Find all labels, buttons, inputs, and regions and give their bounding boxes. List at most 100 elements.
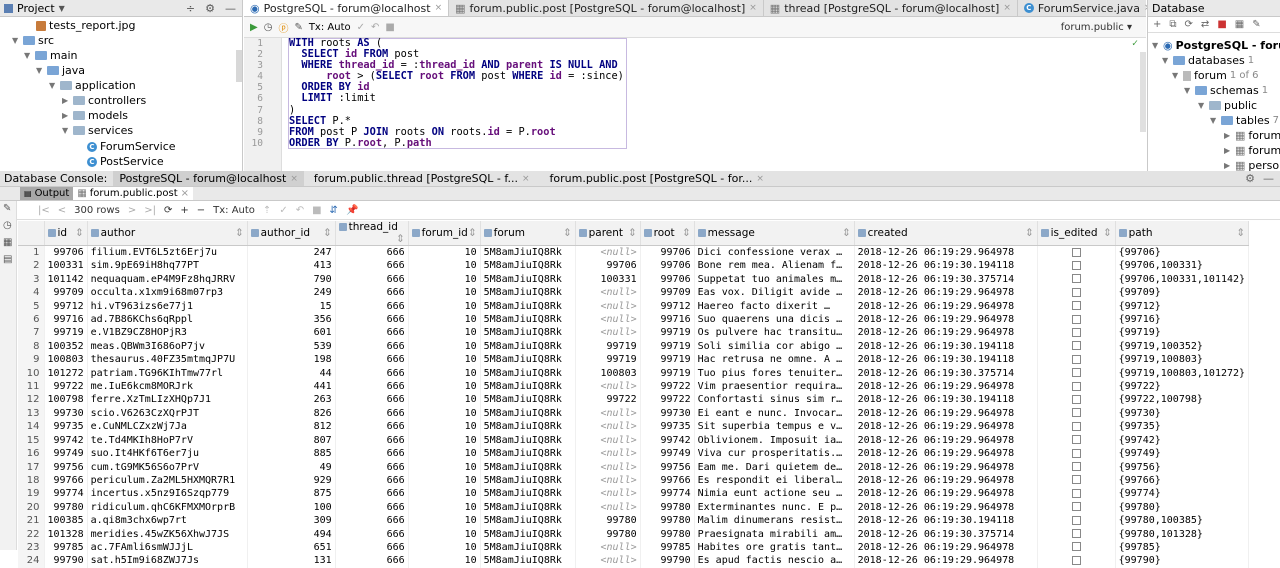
pin-icon[interactable]: 📌 (346, 205, 358, 216)
table-row[interactable]: 20 99780 ridiculum.qhC6KFMXMOrprB 100 666 10 5… (18, 500, 1250, 515)
row-number[interactable]: 9 (18, 353, 45, 367)
cell-parent[interactable]: 99719 (575, 353, 641, 367)
table-row[interactable]: 5 99712 hi.vT963izs6e77j1 15 666 10 5M8amJiuIQ… (18, 299, 1250, 314)
table-row[interactable]: 6 99716 ad.7B86KChs6qRppl 356 666 10 5M8amJiuI… (18, 313, 1250, 327)
expand-triangle-icon[interactable]: ▼ (24, 51, 32, 60)
cell-created[interactable]: 2018-12-26 06:19:29.964978 (854, 326, 1038, 340)
column-header-forum-id[interactable]: forum_id ⇕ (408, 221, 481, 246)
cell-author[interactable]: hi.vT963izs6e77j1 (87, 299, 248, 314)
tx-mode-dropdown[interactable]: Tx: Auto (213, 205, 255, 216)
commit-icon[interactable]: ✓ (279, 205, 287, 216)
sort-icon[interactable]: ⇕ (75, 227, 86, 239)
stop-icon[interactable]: ■ (1217, 19, 1226, 30)
column-header-thread-id[interactable]: thread_id ⇕ (335, 221, 409, 246)
cell-root[interactable]: 99712 (640, 299, 695, 314)
cell-is-edited[interactable] (1037, 514, 1116, 528)
cell-path[interactable]: {99780,100385} (1115, 514, 1250, 528)
cell-author-id[interactable]: 263 (247, 393, 336, 407)
row-number[interactable]: 16 (18, 447, 45, 461)
cell-path[interactable]: {99722} (1115, 380, 1250, 394)
sort-icon[interactable]: ⇕ (682, 227, 693, 239)
cell-forum-id[interactable]: 10 (408, 487, 481, 501)
checkbox[interactable] (1071, 274, 1081, 284)
cell-thread-id[interactable]: 666 (335, 286, 409, 300)
cell-author-id[interactable]: 494 (247, 527, 336, 541)
code-lines[interactable]: WITH roots AS ( SELECT id FROM post WHER… (289, 37, 624, 149)
cell-forum[interactable]: 5M8amJiuIQ8Rk (480, 433, 576, 448)
row-number[interactable]: 7 (18, 326, 45, 340)
cell-author-id[interactable]: 44 (247, 366, 336, 381)
cell-author-id[interactable]: 875 (247, 487, 336, 501)
cell-created[interactable]: 2018-12-26 06:19:29.964978 (854, 299, 1038, 314)
cell-created[interactable]: 2018-12-26 06:19:30.194118 (854, 393, 1038, 407)
cell-forum[interactable]: 5M8amJiuIQ8Rk (480, 554, 576, 568)
cell-created[interactable]: 2018-12-26 06:19:30.375714 (854, 272, 1038, 287)
cell-author[interactable]: e.V1BZ9CZ8HOPjR3 (87, 326, 248, 340)
table-row[interactable]: 12 100798 ferre.XzTmLIzXHQp7J1 263 666 10 5M8a… (18, 393, 1250, 407)
cell-forum-id[interactable]: 10 (408, 420, 481, 434)
cell-created[interactable]: 2018-12-26 06:19:29.964978 (854, 554, 1038, 568)
cell-path[interactable]: {99716} (1115, 313, 1250, 327)
expand-triangle-icon[interactable]: ▼ (1198, 101, 1206, 110)
cell-forum[interactable]: 5M8amJiuIQ8Rk (480, 460, 576, 474)
close-icon[interactable]: × (756, 174, 764, 184)
table-row[interactable]: 23 99785 ac.7FAmli6smWJJjL 651 666 10 5M8amJiu… (18, 540, 1250, 555)
cell-forum[interactable]: 5M8amJiuIQ8Rk (480, 286, 576, 300)
cell-forum-id[interactable]: 10 (408, 473, 481, 488)
checkbox[interactable] (1071, 381, 1081, 391)
cell-thread-id[interactable]: 666 (335, 460, 409, 474)
row-number[interactable]: 5 (18, 299, 45, 314)
cell-root[interactable]: 99709 (640, 286, 695, 300)
cell-root[interactable]: 99730 (640, 406, 695, 421)
cell-author-id[interactable]: 539 (247, 339, 336, 354)
cell-parent[interactable]: <null> (575, 299, 641, 314)
cell-author-id[interactable]: 49 (247, 460, 336, 474)
cell-id[interactable]: 99712 (44, 299, 88, 314)
cell-id[interactable]: 99735 (44, 420, 88, 434)
checkbox[interactable] (1071, 301, 1081, 311)
cell-author-id[interactable]: 790 (247, 272, 336, 287)
cell-path[interactable]: {99719} (1115, 326, 1250, 340)
cell-author[interactable]: filium.EVT6L5zt6Erj7u (87, 245, 248, 260)
row-number[interactable]: 4 (18, 286, 45, 300)
cell-is-edited[interactable] (1037, 353, 1116, 367)
cell-forum[interactable]: 5M8amJiuIQ8Rk (480, 540, 576, 555)
cell-path[interactable]: {99712} (1115, 299, 1250, 314)
cell-created[interactable]: 2018-12-26 06:19:29.964978 (854, 286, 1038, 300)
expand-triangle-icon[interactable]: ▼ (1184, 86, 1192, 95)
cell-root[interactable]: 99774 (640, 487, 695, 501)
cell-author[interactable]: ac.7FAmli6smWJJjL (87, 540, 248, 555)
cell-author-id[interactable]: 309 (247, 514, 336, 528)
checkbox[interactable] (1071, 327, 1081, 337)
cell-author[interactable]: suo.It4HKf6T6er7ju (87, 447, 248, 461)
cell-parent[interactable]: <null> (575, 487, 641, 501)
cell-author-id[interactable]: 356 (247, 313, 336, 327)
cell-author[interactable]: cum.tG9MK56S6o7PrV (87, 460, 248, 474)
chevron-down-icon[interactable]: ▼ (59, 4, 65, 13)
db-tree-tables[interactable]: ▼ tables 7 (1210, 113, 1279, 128)
console-tab-postgresql[interactable]: PostgreSQL - forum@localhost × (113, 171, 304, 186)
minimize-icon[interactable]: — (225, 2, 236, 15)
table-row[interactable]: 10 101272 patriam.TG96KIhTmw77rl 44 666 10 5M8… (18, 366, 1250, 381)
checkbox[interactable] (1071, 314, 1081, 324)
cell-id[interactable]: 100385 (44, 514, 88, 528)
cell-root[interactable]: 99780 (640, 500, 695, 515)
column-header-author-id[interactable]: author_id ⇕ (247, 221, 336, 246)
column-header-root[interactable]: root ⇕ (640, 221, 695, 246)
cell-root[interactable]: 99719 (640, 353, 695, 367)
cell-thread-id[interactable]: 666 (335, 326, 409, 340)
row-number[interactable]: 22 (18, 527, 45, 541)
row-number[interactable]: 21 (18, 514, 45, 528)
minimize-icon[interactable]: — (1263, 172, 1274, 185)
cell-forum[interactable]: 5M8amJiuIQ8Rk (480, 527, 576, 541)
cell-parent[interactable]: <null> (575, 420, 641, 434)
table-row[interactable]: 3 101142 nequaquam.eP4M9Fz8hqJRRV 790 666 10 5… (18, 272, 1250, 287)
cell-root[interactable]: 99766 (640, 473, 695, 488)
cell-forum[interactable]: 5M8amJiuIQ8Rk (480, 326, 576, 340)
cell-author[interactable]: sat.h5Im9i68ZWJ7Js (87, 554, 248, 568)
tree-item-models[interactable]: ▶ models (62, 108, 128, 123)
cell-is-edited[interactable] (1037, 245, 1116, 260)
cell-thread-id[interactable]: 666 (335, 473, 409, 488)
cell-forum[interactable]: 5M8amJiuIQ8Rk (480, 272, 576, 287)
close-icon[interactable]: × (181, 188, 189, 199)
